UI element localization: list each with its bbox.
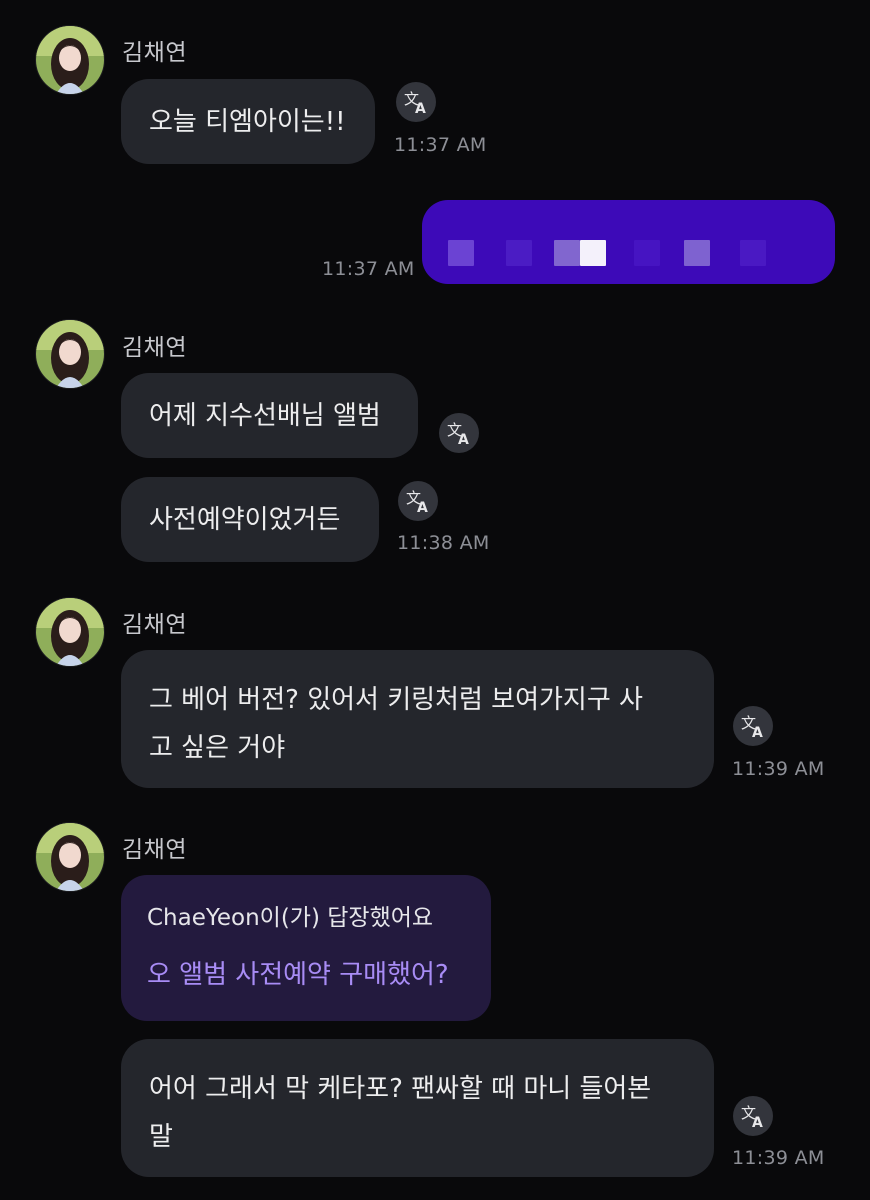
message-time: 11:39 AM — [732, 758, 825, 780]
censor-pixel — [580, 240, 606, 266]
translate-icon — [439, 413, 479, 453]
translate-icon — [398, 481, 438, 521]
avatar[interactable] — [36, 320, 104, 388]
message-bubble[interactable]: 오늘 티엠아이는!! — [121, 79, 375, 164]
message-time: 11:37 AM — [322, 258, 415, 280]
message-bubble[interactable]: 그 베어 버전? 있어서 키링처럼 보여가지구 사 고 싶은 거야 — [121, 650, 714, 788]
censor-pixel — [506, 240, 532, 266]
translate-button[interactable] — [439, 413, 479, 453]
message-time: 11:37 AM — [394, 134, 487, 156]
message-bubble[interactable]: 어어 그래서 막 케타포? 팬싸할 때 마니 들어본 말 — [121, 1039, 714, 1177]
message-text-line: 그 베어 버전? 있어서 키링처럼 보여가지구 사 — [149, 685, 643, 715]
sender-name: 김채연 — [122, 335, 187, 361]
reply-quoted-text: 오 앨범 사전예약 구매했어? — [147, 960, 449, 990]
translate-icon — [396, 82, 436, 122]
translate-button[interactable] — [733, 1096, 773, 1136]
translate-icon — [733, 706, 773, 746]
message-text: 어제 지수선배님 앨범 — [149, 400, 381, 431]
censor-pixel — [634, 240, 660, 266]
message-bubble[interactable]: 사전예약이었거든 — [121, 477, 379, 562]
avatar[interactable] — [36, 823, 104, 891]
message-time: 11:39 AM — [732, 1147, 825, 1169]
message-bubble[interactable]: 어제 지수선배님 앨범 — [121, 373, 418, 458]
reply-bubble[interactable]: ChaeYeon이(가) 답장했어요 오 앨범 사전예약 구매했어? — [121, 875, 491, 1021]
sender-name: 김채연 — [122, 612, 187, 638]
sender-name: 김채연 — [122, 40, 187, 66]
avatar[interactable] — [36, 598, 104, 666]
message-time: 11:38 AM — [397, 532, 490, 554]
translate-button[interactable] — [398, 481, 438, 521]
message-text-line: 어어 그래서 막 케타포? 팬싸할 때 마니 들어본 — [149, 1074, 652, 1104]
translate-icon — [733, 1096, 773, 1136]
censor-pixel — [740, 240, 766, 266]
message-text-line: 고 싶은 거야 — [149, 733, 286, 763]
sent-message-bubble[interactable] — [422, 200, 835, 284]
message-text: 오늘 티엠아이는!! — [149, 106, 346, 137]
censor-pixel — [554, 240, 580, 266]
avatar[interactable] — [36, 26, 104, 94]
censor-pixel — [684, 240, 710, 266]
translate-button[interactable] — [733, 706, 773, 746]
message-text-line: 말 — [149, 1122, 173, 1152]
message-text: 사전예약이었거든 — [149, 504, 341, 535]
reply-header: ChaeYeon이(가) 답장했어요 — [147, 905, 434, 931]
censor-pixel — [448, 240, 474, 266]
sender-name: 김채연 — [122, 837, 187, 863]
translate-button[interactable] — [396, 82, 436, 122]
